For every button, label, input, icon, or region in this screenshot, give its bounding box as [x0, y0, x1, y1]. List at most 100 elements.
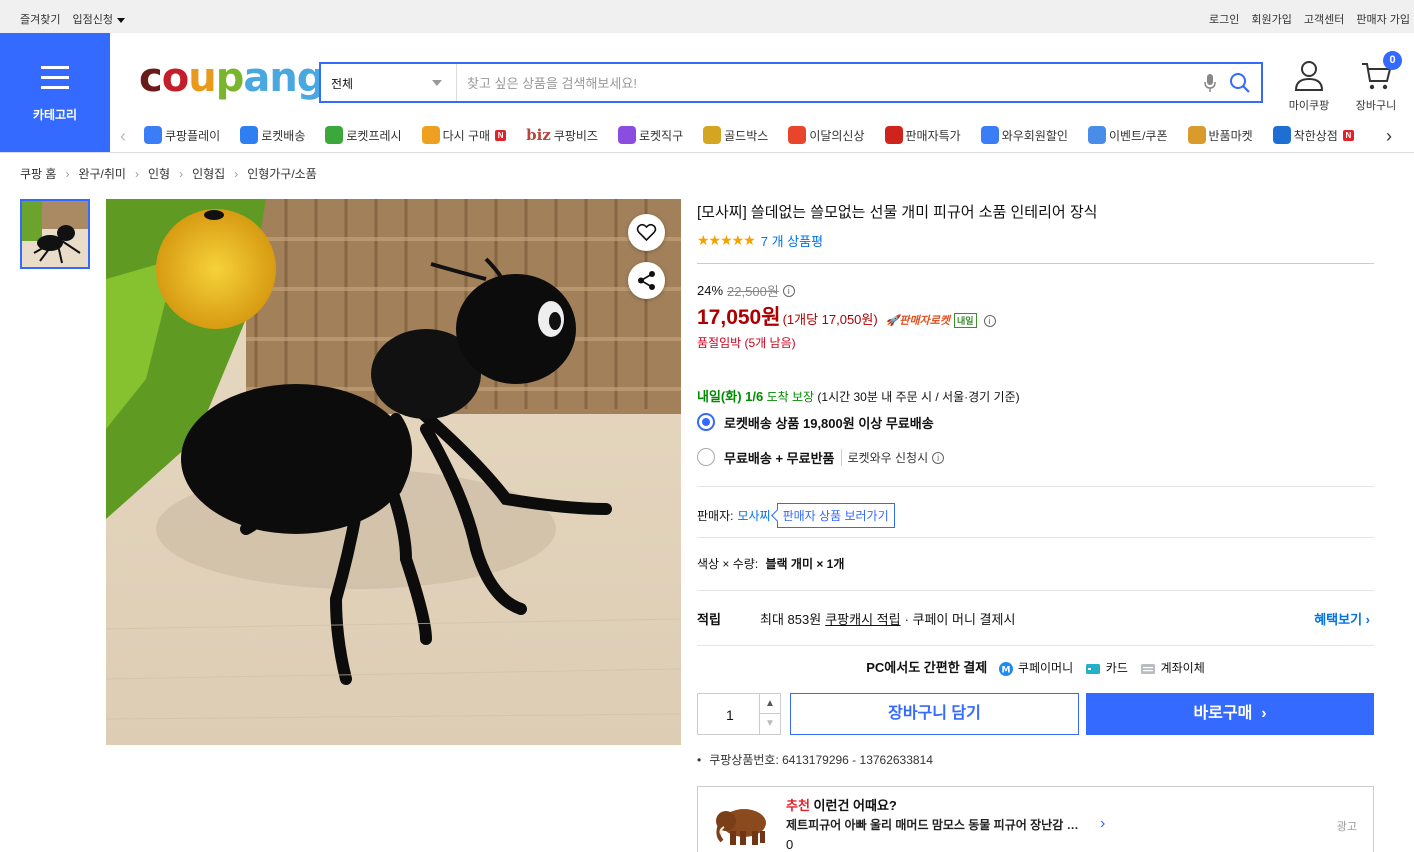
nav-item-반품마켓[interactable]: 반품마켓: [1187, 124, 1253, 146]
recommend-ad-box[interactable]: 추천 이런건 어때요? 제트피규어 아빠 울리 매머드 맘모스 동물 피규어 장…: [697, 786, 1374, 852]
seller-label: 판매자:: [697, 509, 734, 523]
quantity-input[interactable]: 1: [726, 707, 734, 723]
recommend-highlight: 추천: [786, 798, 810, 813]
coupang-cash-link[interactable]: 쿠팡캐시 적립: [825, 612, 900, 627]
coupang-logo[interactable]: coupang: [139, 55, 325, 101]
coupay-money-icon: M: [998, 661, 1013, 676]
mycoupang-button[interactable]: 마이쿠팡: [1281, 60, 1337, 113]
nav-item-쿠팡비즈[interactable]: biz 쿠팡비즈: [526, 124, 598, 146]
search-scope-value: 전체: [331, 77, 354, 91]
new-badge: N: [1342, 129, 1354, 141]
nav-item-label: 다시 구매: [442, 128, 491, 143]
info-icon[interactable]: i: [782, 284, 795, 297]
shipping-option-rocket-label[interactable]: 로켓배송 상품 19,800원 이상 무료배송: [724, 413, 934, 432]
nav-item-쿠팡플레이[interactable]: 쿠팡플레이: [144, 124, 220, 146]
arrival-info: 내일(화) 1/6 도착 보장 (1시간 30분 내 주문 시 / 서울·경기 …: [697, 386, 1020, 405]
biz-icon: biz: [526, 126, 551, 144]
nav-item-로켓배송[interactable]: 로켓배송: [240, 124, 305, 146]
original-price: 22,500원: [727, 284, 779, 299]
info-icon[interactable]: i: [932, 451, 945, 464]
divider: [697, 645, 1374, 646]
seller-signup-link[interactable]: 판매자 가입: [1356, 11, 1410, 27]
rocket-icon: [240, 126, 259, 144]
review-count-link[interactable]: 7 개 상품평: [761, 231, 823, 250]
store-icon: [1272, 126, 1291, 144]
breadcrumb-item[interactable]: 인형 ›: [148, 165, 192, 182]
shortcut-nav: ‹ 쿠팡플레이 로켓배송 로켓프레시 다시 구매 Nbiz 쿠팡비즈 로켓직구 골드박스 이달의…: [118, 124, 1414, 148]
seller-apply-dropdown[interactable]: 입점신청: [72, 11, 125, 27]
caret-down-icon: [116, 17, 125, 23]
nav-item-골드박스[interactable]: 골드박스: [703, 124, 768, 146]
nav-item-label: 로켓배송: [261, 128, 306, 143]
breadcrumb-item[interactable]: 쿠팡 홈 ›: [20, 165, 78, 182]
breadcrumb-item[interactable]: 인형가구/소품: [247, 165, 317, 182]
nav-item-판매자특가[interactable]: 판매자특가: [884, 124, 961, 146]
mycoupang-label: 마이쿠팡: [1288, 100, 1330, 112]
microphone-icon[interactable]: [1203, 73, 1217, 93]
card-icon: [1086, 663, 1101, 674]
customer-center-link[interactable]: 고객센터: [1304, 11, 1344, 27]
logo-letter: ang: [243, 55, 325, 101]
breadcrumb-item[interactable]: 인형집 ›: [192, 165, 247, 182]
search-input[interactable]: [467, 72, 1187, 94]
rocket-wow-label: 로켓와우 신청시: [847, 451, 929, 465]
nav-item-다시 구매[interactable]: 다시 구매 N: [421, 124, 507, 146]
nav-item-로켓프레시[interactable]: 로켓프레시: [325, 124, 402, 146]
quantity-decrease-icon[interactable]: ▼: [759, 714, 780, 734]
recommend-title: 추천 이런건 어때요?: [786, 795, 897, 814]
seller-products-button[interactable]: 판매자 상품 보러가기: [776, 503, 895, 528]
shipping-option-radio-rocket[interactable]: [697, 413, 715, 431]
logo-letter: p: [215, 55, 245, 101]
nav-next-arrow-icon[interactable]: ›: [1386, 126, 1392, 147]
quantity-increase-icon[interactable]: ▲: [759, 694, 780, 714]
arrival-guarantee: 도착 보장: [766, 390, 815, 404]
shipping-option-free-label: 무료배송 + 무료반품: [724, 451, 835, 466]
nav-item-label: 로켓프레시: [346, 128, 402, 143]
divider: [697, 486, 1374, 487]
play-icon: [144, 126, 162, 144]
rating-row[interactable]: ★★★★★ 7 개 상품평: [697, 231, 823, 250]
divider: [697, 590, 1374, 591]
chevron-right-icon: ›: [65, 166, 70, 181]
nav-item-label: 착한상점: [1293, 128, 1338, 143]
nav-item-이벤트/쿠폰[interactable]: 이벤트/쿠폰: [1087, 124, 1168, 146]
buy-now-button[interactable]: 바로구매 ›: [1086, 693, 1374, 735]
category-menu-button[interactable]: 카테고리: [0, 33, 110, 152]
search-scope-select[interactable]: 전체: [321, 64, 457, 101]
shipping-option-radio-free[interactable]: [697, 448, 715, 466]
chevron-right-icon[interactable]: ›: [1100, 815, 1105, 833]
search-bar: 전체: [319, 62, 1263, 103]
quantity-stepper: 1 ▲ ▼: [697, 693, 781, 735]
shipping-option-free[interactable]: 무료배송 + 무료반품 로켓와우 신청시 i: [724, 448, 945, 467]
seller-name-link[interactable]: 모사찌: [737, 507, 770, 524]
breadcrumb-item[interactable]: 완구/취미 ›: [78, 165, 148, 182]
login-link[interactable]: 로그인: [1209, 11, 1239, 27]
star-rating-icon: ★★★★★: [697, 232, 756, 248]
info-icon[interactable]: i: [983, 315, 996, 327]
nav-item-로켓직구[interactable]: 로켓직구: [617, 124, 683, 146]
option-value: 블랙 개미 × 1개: [765, 557, 845, 571]
buy-now-label: 바로구매: [1193, 705, 1253, 722]
dropdown-arrow-icon: [432, 80, 442, 86]
signup-link[interactable]: 회원가입: [1251, 11, 1291, 27]
cash-max: 최대 853원: [760, 612, 822, 627]
nav-item-착한상점[interactable]: 착한상점 N: [1272, 124, 1354, 146]
nav-item-이달의신상[interactable]: 이달의신상: [788, 124, 865, 146]
recommend-product-name[interactable]: 제트피규어 아빠 울리 매머드 맘모스 동물 피규어 장난감 모형, 1개: [786, 816, 1086, 833]
stock-warning: 품절임박 (5개 남음): [697, 336, 796, 350]
benefit-more-link[interactable]: 혜택보기 ›: [1314, 609, 1370, 628]
option-label: 색상 × 수량:: [697, 557, 759, 571]
share-button[interactable]: [628, 262, 665, 299]
nav-item-와우회원할인[interactable]: 와우회원할인: [980, 124, 1068, 146]
cart-label: 장바구니: [1355, 100, 1397, 112]
nav-prev-arrow-icon[interactable]: ‹: [120, 126, 126, 147]
discount-row: 24% 22,500원 i: [697, 281, 795, 300]
search-icon[interactable]: [1229, 72, 1251, 94]
wishlist-button[interactable]: [628, 214, 665, 251]
hamburger-icon: [41, 66, 69, 96]
chevron-right-icon: ›: [179, 166, 184, 181]
bookmark-link[interactable]: 즐겨찾기: [20, 11, 60, 27]
add-to-cart-button[interactable]: 장바구니 담기: [790, 693, 1079, 735]
product-thumbnail[interactable]: [20, 199, 90, 269]
product-main-image: [106, 199, 681, 745]
